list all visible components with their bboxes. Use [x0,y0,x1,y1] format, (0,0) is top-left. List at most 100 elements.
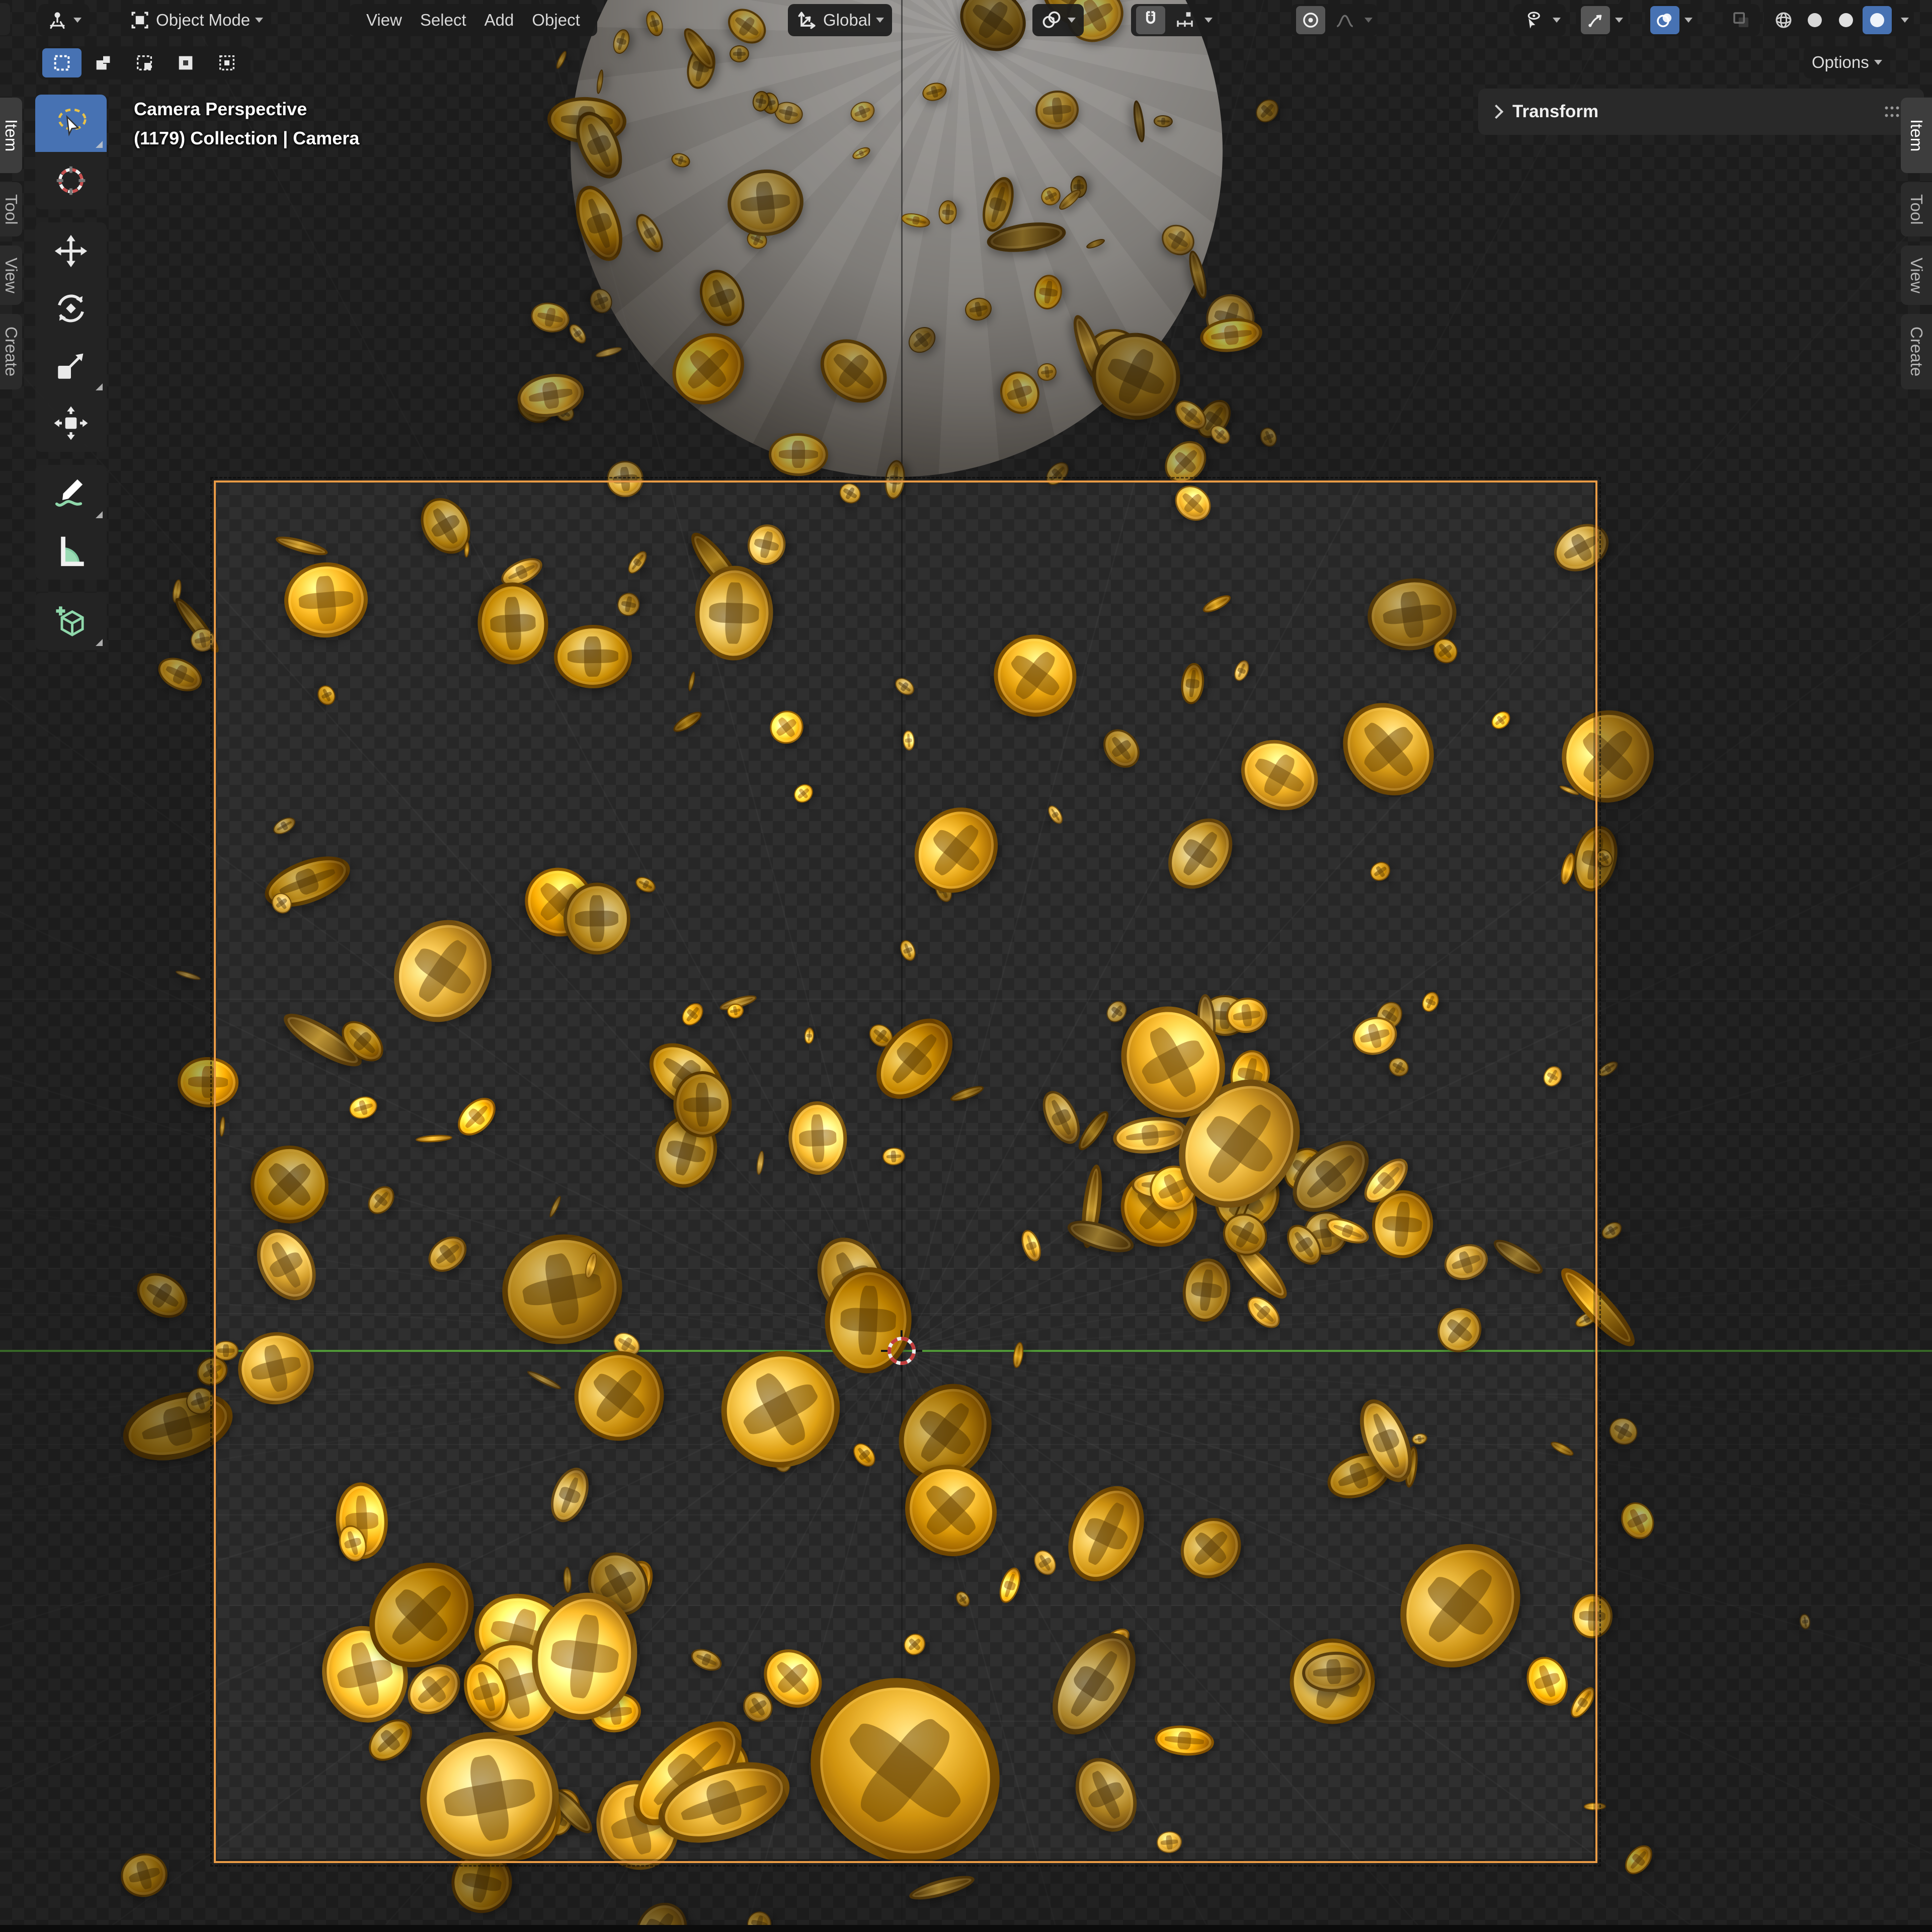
gold-coin[interactable] [631,210,669,257]
gold-coin[interactable] [595,345,623,359]
add-cube-tool[interactable] [35,593,107,650]
gold-coin[interactable] [153,651,207,698]
gold-coin[interactable] [528,299,572,336]
editor-type-button[interactable] [38,4,90,36]
tab-item[interactable]: Item [1901,98,1932,173]
select-mode-group [38,46,251,79]
gold-coin[interactable] [1036,362,1058,382]
tab-tool[interactable]: Tool [1901,182,1932,236]
gold-coin[interactable] [907,1871,976,1904]
gold-coin[interactable] [566,321,589,347]
camera-frame[interactable] [214,480,1597,1863]
rotate-tool[interactable] [35,280,107,337]
gold-coin[interactable] [658,318,759,419]
tab-view-left[interactable]: View [0,246,22,305]
transform-tool[interactable] [35,394,107,452]
gold-coin[interactable] [1620,1840,1657,1879]
tab-create-left[interactable]: Create [0,314,22,389]
scale-tool[interactable] [35,337,107,394]
gold-coin[interactable] [596,69,605,94]
gold-coin[interactable] [670,151,692,170]
select-mode-new-button[interactable] [42,48,82,77]
gold-coin[interactable] [692,263,753,333]
transform-orientation-dropdown[interactable]: Global [788,4,892,36]
gold-coin[interactable] [724,166,807,240]
gold-coin[interactable] [768,433,828,476]
gold-coin[interactable] [567,180,631,267]
gold-coin[interactable] [963,296,994,323]
gold-coin[interactable] [1057,187,1084,212]
transform-panel-header[interactable]: Transform [1478,89,1924,135]
gold-coin[interactable] [1799,1613,1811,1630]
select-mode-extend-button[interactable] [84,48,123,77]
proportional-editing-button[interactable] [1296,6,1325,34]
move-tool[interactable] [35,222,107,280]
snap-target-button[interactable] [1170,6,1199,34]
pivot-point-dropdown[interactable] [1032,4,1084,36]
proportional-editing-icon [1300,10,1321,31]
gold-coin[interactable] [1615,1497,1660,1545]
gold-coin[interactable] [1085,237,1106,250]
gold-coin[interactable] [643,9,666,39]
gold-coin[interactable] [721,2,773,51]
gold-coin[interactable] [1596,1058,1621,1079]
gold-coin[interactable] [904,322,941,359]
shading-material-button[interactable] [1831,6,1861,34]
gold-coin[interactable] [611,27,632,56]
gold-coin[interactable] [1186,250,1210,300]
xray-toggle[interactable] [1723,4,1760,36]
select-box-tool[interactable] [35,95,107,152]
gold-coin[interactable] [938,200,958,225]
editor-bottom-border [0,1925,1932,1932]
menu-select[interactable]: Select [411,11,475,30]
select-mode-invert-button[interactable] [166,48,205,77]
gold-coin[interactable] [1604,1413,1642,1450]
gizmos-toggle-button[interactable] [1581,6,1610,34]
gold-coin[interactable] [1258,425,1280,449]
gold-coin[interactable] [1034,89,1081,131]
tab-create[interactable]: Create [1901,314,1932,389]
gold-coin[interactable] [115,1848,173,1903]
gold-coin[interactable] [808,326,900,416]
annotate-tool[interactable] [35,465,107,522]
overlays-toggle-button[interactable] [1650,6,1679,34]
visibility-pointer-icon [1518,6,1548,34]
gold-coin[interactable] [129,1264,196,1327]
menu-view[interactable]: View [357,11,411,30]
gold-coin[interactable] [1251,95,1283,126]
gold-coin[interactable] [948,0,1038,64]
tab-item-left[interactable]: Item [0,98,22,173]
gold-coin[interactable] [1599,1219,1625,1243]
gold-coin[interactable] [851,145,872,162]
shading-wireframe-button[interactable] [1769,6,1798,34]
toolbar-group-select [35,95,107,209]
gold-coin[interactable] [900,211,931,229]
chevron-down-icon [1615,18,1623,23]
shading-solid-button[interactable] [1800,6,1829,34]
gold-coin[interactable] [1132,100,1147,143]
menu-add[interactable]: Add [475,11,523,30]
tab-view[interactable]: View [1901,246,1932,305]
menu-object[interactable]: Object [523,11,589,30]
cursor-tool[interactable] [35,152,107,209]
shading-rendered-button[interactable] [1863,6,1892,34]
tab-tool-left[interactable]: Tool [0,182,22,236]
gold-coin[interactable] [847,99,877,126]
gold-coin[interactable] [730,45,749,62]
falloff-curve-button[interactable] [1330,6,1359,34]
gold-coin[interactable] [1154,115,1173,127]
gold-coin[interactable] [554,50,569,70]
visibility-dropdown[interactable] [1513,4,1566,36]
gold-coin[interactable] [920,80,948,104]
toolbar-group-transform [35,222,107,452]
panel-title: Transform [1512,102,1598,122]
gold-coin[interactable] [175,969,201,982]
measure-tool[interactable] [35,522,107,580]
select-mode-intersect-button[interactable] [207,48,247,77]
mode-dropdown[interactable]: Object Mode [121,4,271,36]
options-dropdown[interactable]: Options [1804,46,1890,78]
gold-coin[interactable] [587,286,616,317]
select-mode-subtract-button[interactable] [125,48,164,77]
snap-toggle-button[interactable] [1136,6,1165,34]
gold-coin[interactable] [1032,273,1064,311]
